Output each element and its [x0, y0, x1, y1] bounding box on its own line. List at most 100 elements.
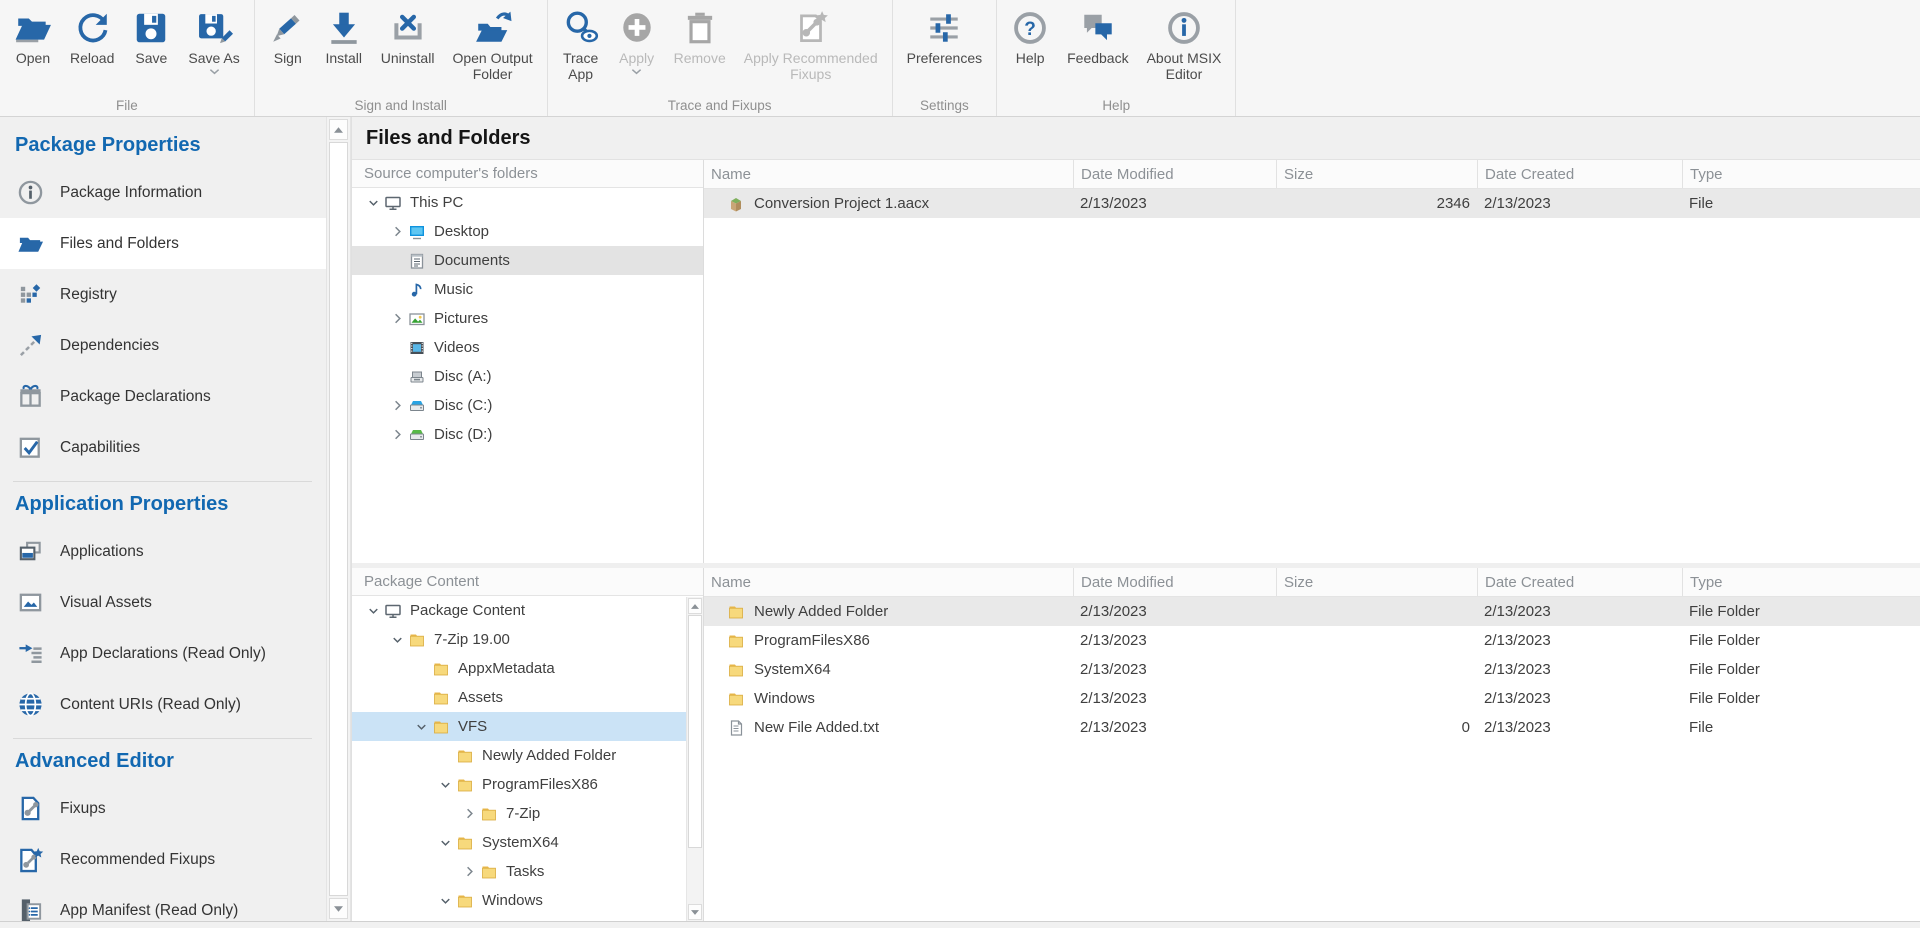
scroll-down-icon[interactable] [329, 898, 348, 919]
column-header-type[interactable]: Type [1682, 160, 1920, 188]
collapse-chevron-icon[interactable] [362, 603, 384, 619]
expand-chevron-icon[interactable] [386, 427, 408, 443]
cell-date-modified: 2/13/2023 [1073, 603, 1276, 620]
column-header-date-modified[interactable]: Date Modified [1073, 160, 1276, 188]
tree-item-this-pc[interactable]: This PC [352, 188, 703, 217]
file-row-systemx64[interactable]: SystemX642/13/20232/13/2023File Folder [704, 655, 1920, 684]
tree-item-music[interactable]: Music [352, 275, 703, 304]
column-header-size[interactable]: Size [1276, 160, 1477, 188]
tree-item-videos[interactable]: Videos [352, 333, 703, 362]
scroll-up-icon[interactable] [688, 598, 702, 614]
tree-item-7-zip[interactable]: 7-Zip [352, 799, 703, 828]
tree-item-systemx64[interactable]: SystemX64 [352, 828, 703, 857]
install-button[interactable]: Install [316, 7, 372, 68]
save-button[interactable]: Save [123, 7, 179, 68]
collapse-chevron-icon[interactable] [434, 893, 456, 909]
sidebar-item-label: Files and Folders [60, 235, 179, 253]
tree-item-disc-c[interactable]: Disc (C:) [352, 391, 703, 420]
file-row-newly-added-folder[interactable]: Newly Added Folder2/13/20232/13/2023File… [704, 597, 1920, 626]
cell-type: File [1682, 195, 1920, 212]
sidebar-item-visual-assets[interactable]: Visual Assets [0, 577, 326, 628]
tree-item-label: Videos [434, 339, 480, 356]
sidebar-item-capabilities[interactable]: Capabilities [0, 422, 326, 473]
column-header-name[interactable]: Name [704, 160, 1073, 188]
tree-item-desktop[interactable]: Desktop [352, 217, 703, 246]
sidebar-nav: Package PropertiesPackage InformationFil… [0, 117, 326, 921]
feedback-button[interactable]: Feedback [1058, 7, 1137, 68]
scroll-down-icon[interactable] [688, 904, 702, 920]
file-row-windows[interactable]: Windows2/13/20232/13/2023File Folder [704, 684, 1920, 713]
remove-button[interactable]: Remove [665, 7, 735, 68]
sidebar-item-dependencies[interactable]: Dependencies [0, 320, 326, 371]
sidebar-item-applications[interactable]: Applications [0, 526, 326, 577]
registry-icon [17, 281, 44, 308]
scroll-up-icon[interactable] [329, 119, 348, 140]
cell-date-created: 2/13/2023 [1477, 661, 1682, 678]
preferences-button[interactable]: Preferences [898, 7, 991, 68]
sidebar-scrollbar[interactable] [326, 117, 351, 921]
apply-button[interactable]: Apply [609, 7, 665, 77]
sidebar-item-app-manifest-read-only[interactable]: App Manifest (Read Only) [0, 885, 326, 921]
tree-item-newly-added-folder[interactable]: Newly Added Folder [352, 741, 703, 770]
file-row-new-file-added-txt[interactable]: New File Added.txt2/13/202302/13/2023Fil… [704, 713, 1920, 742]
tree-item-documents[interactable]: Documents [352, 246, 703, 275]
sidebar-separator [13, 738, 312, 739]
column-header-name[interactable]: Name [704, 568, 1073, 596]
tree-item-disc-d[interactable]: Disc (D:) [352, 420, 703, 449]
tree-item-7-zip-19-00[interactable]: 7-Zip 19.00 [352, 625, 703, 654]
open-button[interactable]: Open [5, 7, 61, 68]
tree-item-programfilesx86[interactable]: ProgramFilesX86 [352, 770, 703, 799]
column-header-type[interactable]: Type [1682, 568, 1920, 596]
package-tree-scrollbar[interactable] [686, 597, 703, 921]
expand-chevron-icon[interactable] [458, 864, 480, 880]
apply-recommended-fixups-button[interactable]: Apply Recommended Fixups [735, 7, 887, 84]
about-msix-editor-button[interactable]: About MSIX Editor [1138, 7, 1231, 84]
file-row-programfilesx86[interactable]: ProgramFilesX862/13/20232/13/2023File Fo… [704, 626, 1920, 655]
tree-item-windows[interactable]: Windows [352, 886, 703, 915]
expand-chevron-icon[interactable] [386, 311, 408, 327]
sidebar-item-app-declarations-read-only[interactable]: App Declarations (Read Only) [0, 628, 326, 679]
collapse-chevron-icon[interactable] [434, 835, 456, 851]
collapse-chevron-icon[interactable] [434, 777, 456, 793]
collapse-chevron-icon[interactable] [362, 195, 384, 211]
scrollbar-thumb[interactable] [688, 615, 702, 848]
sidebar-item-files-and-folders[interactable]: Files and Folders [0, 218, 326, 269]
sidebar-item-registry[interactable]: Registry [0, 269, 326, 320]
tree-item-appxmetadata[interactable]: AppxMetadata [352, 654, 703, 683]
column-header-date-modified[interactable]: Date Modified [1073, 568, 1276, 596]
trace-app-button[interactable]: Trace App [553, 7, 609, 84]
sidebar-item-package-information[interactable]: Package Information [0, 167, 326, 218]
sign-button[interactable]: Sign [260, 7, 316, 68]
save-as-button[interactable]: Save As [179, 7, 248, 77]
expand-chevron-icon[interactable] [386, 224, 408, 240]
feedback-icon [1079, 9, 1117, 47]
tree-item-pictures[interactable]: Pictures [352, 304, 703, 333]
scrollbar-thumb[interactable] [329, 142, 348, 896]
help-button[interactable]: ?Help [1002, 7, 1058, 68]
sidebar-item-package-declarations[interactable]: Package Declarations [0, 371, 326, 422]
button-label: Apply [619, 50, 654, 66]
sidebar-item-content-uris-read-only[interactable]: Content URIs (Read Only) [0, 679, 326, 730]
tree-item-package-content[interactable]: Package Content [352, 596, 703, 625]
expand-chevron-icon[interactable] [386, 398, 408, 414]
remove-icon [681, 9, 719, 47]
expand-chevron-icon[interactable] [458, 806, 480, 822]
collapse-chevron-icon[interactable] [410, 719, 432, 735]
dropdown-caret-icon[interactable] [631, 68, 642, 75]
column-header-date-created[interactable]: Date Created [1477, 160, 1682, 188]
tree-item-disc-a[interactable]: Disc (A:) [352, 362, 703, 391]
tree-item-assets[interactable]: Assets [352, 683, 703, 712]
reload-button[interactable]: Reload [61, 7, 123, 68]
open-output-folder-button[interactable]: Open Output Folder [443, 7, 541, 84]
uninstall-button[interactable]: Uninstall [372, 7, 444, 68]
applications-icon [17, 538, 44, 565]
column-header-size[interactable]: Size [1276, 568, 1477, 596]
sidebar-item-fixups[interactable]: Fixups [0, 783, 326, 834]
file-row-conversion-project-1-aacx[interactable]: Conversion Project 1.aacx2/13/202323462/… [704, 189, 1920, 218]
dropdown-caret-icon[interactable] [209, 68, 220, 75]
tree-item-tasks[interactable]: Tasks [352, 857, 703, 886]
sidebar-item-recommended-fixups[interactable]: Recommended Fixups [0, 834, 326, 885]
tree-item-vfs[interactable]: VFS [352, 712, 703, 741]
column-header-date-created[interactable]: Date Created [1477, 568, 1682, 596]
collapse-chevron-icon[interactable] [386, 632, 408, 648]
